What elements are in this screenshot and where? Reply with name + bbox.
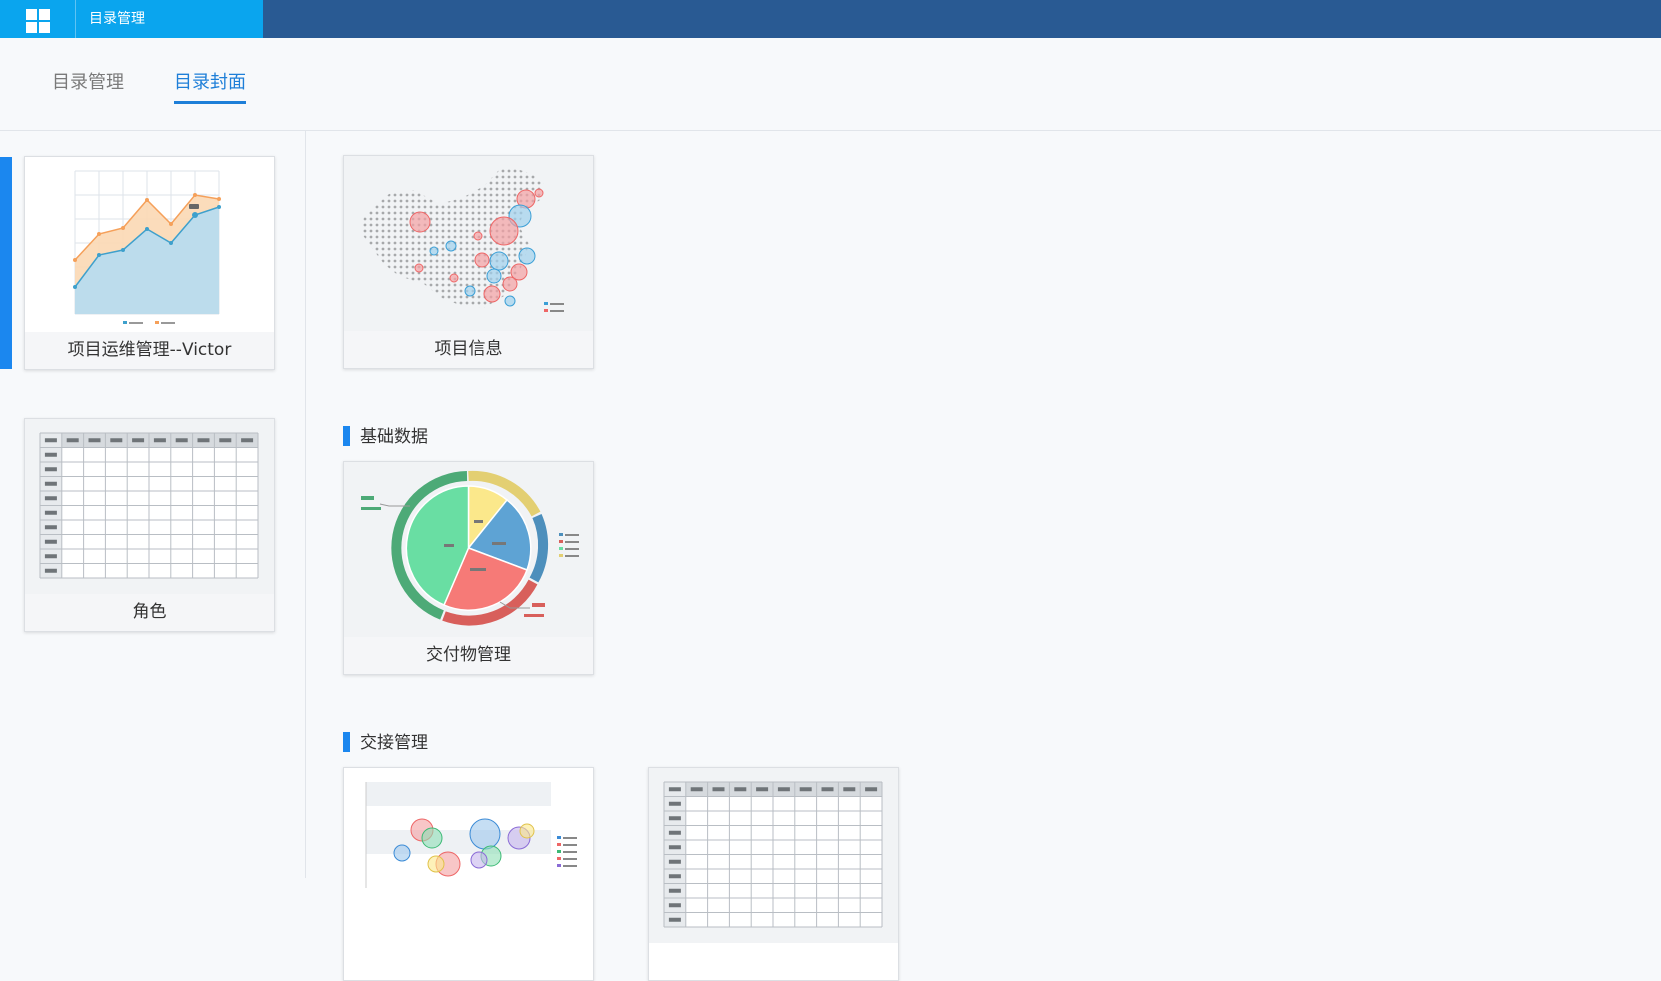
card-label: 交付物管理 bbox=[344, 637, 593, 674]
home-button[interactable] bbox=[0, 0, 75, 38]
tab-label: 目录封面 bbox=[174, 72, 246, 93]
tab-bar: 目录管理 目录封面 bbox=[0, 38, 1661, 131]
section-header-handover: 交接管理 bbox=[343, 728, 428, 753]
cover-card-handover-bubble[interactable] bbox=[343, 767, 594, 981]
section-marker bbox=[343, 732, 350, 752]
card-label: 项目运维管理--Victor bbox=[25, 332, 274, 369]
top-bar: 目录管理 bbox=[0, 0, 1661, 38]
section-title: 交接管理 bbox=[360, 733, 428, 753]
window-title-tab[interactable]: 目录管理 bbox=[75, 0, 263, 38]
cover-card-deliverables[interactable]: 交付物管理 bbox=[343, 461, 594, 675]
section-header-basic-data: 基础数据 bbox=[343, 422, 428, 447]
pie-chart-thumbnail bbox=[344, 462, 593, 637]
cover-card-role[interactable]: 角色 bbox=[24, 418, 275, 632]
grid-icon bbox=[26, 9, 50, 33]
selected-indicator bbox=[0, 157, 12, 369]
table-grid-thumbnail bbox=[25, 419, 274, 594]
cover-card-handover-table[interactable] bbox=[648, 767, 899, 981]
area-line-chart-thumbnail bbox=[25, 157, 274, 332]
bubble-chart-thumbnail bbox=[344, 768, 593, 943]
active-tab-underline bbox=[174, 101, 246, 104]
tab-label: 目录管理 bbox=[52, 72, 124, 93]
table-grid-thumbnail bbox=[649, 768, 898, 943]
card-label: 角色 bbox=[25, 594, 274, 631]
section-title: 基础数据 bbox=[360, 427, 428, 447]
sidebar: 项目运维管理--Victor 角色 bbox=[0, 131, 306, 878]
card-label: 项目信息 bbox=[344, 331, 593, 368]
tab-catalog-cover[interactable]: 目录封面 bbox=[174, 68, 246, 104]
tab-catalog-management[interactable]: 目录管理 bbox=[52, 68, 124, 94]
china-bubble-map-thumbnail bbox=[344, 156, 593, 331]
section-marker bbox=[343, 426, 350, 446]
cover-card-project-ops[interactable]: 项目运维管理--Victor bbox=[24, 156, 275, 370]
cover-card-project-info[interactable]: 项目信息 bbox=[343, 155, 594, 369]
